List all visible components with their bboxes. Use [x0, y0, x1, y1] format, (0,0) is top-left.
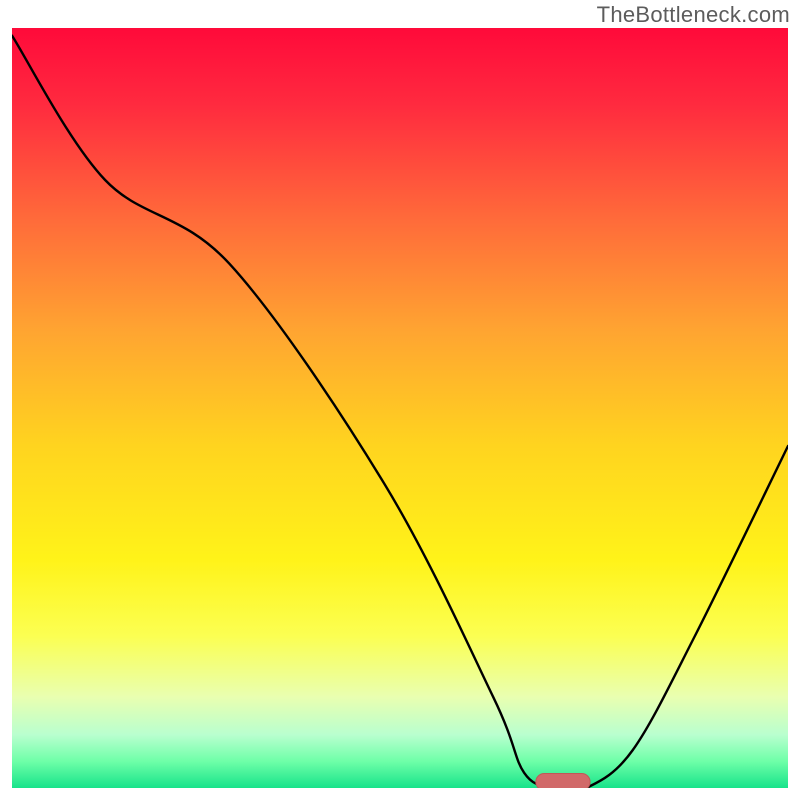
chart-stage: TheBottleneck.com	[0, 0, 800, 800]
gradient-background	[12, 28, 788, 788]
chart-plot-area	[12, 28, 788, 788]
optimum-marker	[536, 774, 590, 788]
chart-svg	[12, 28, 788, 788]
watermark-text: TheBottleneck.com	[597, 2, 790, 28]
